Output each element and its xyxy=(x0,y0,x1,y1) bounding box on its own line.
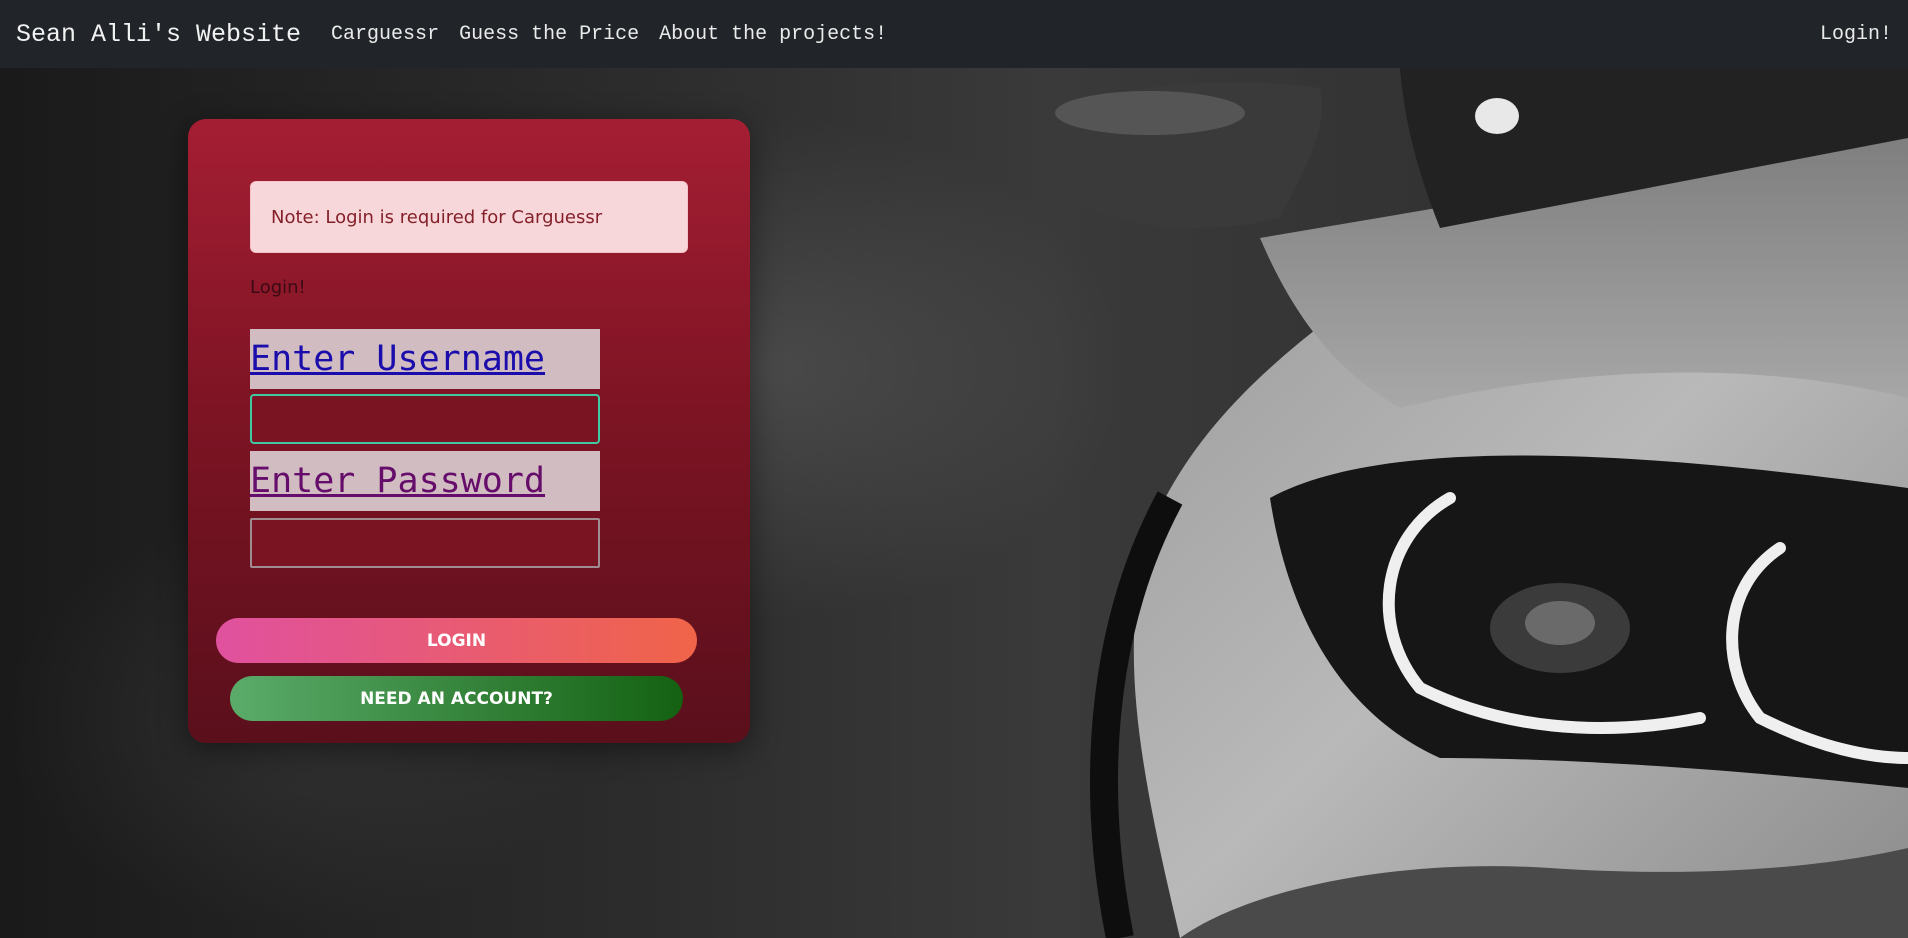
top-navbar: Sean Alli's Website Carguessr Guess the … xyxy=(0,0,1908,68)
login-required-alert: Note: Login is required for Carguessr xyxy=(250,181,688,253)
login-heading: Login! xyxy=(250,277,306,298)
username-label[interactable]: Enter Username xyxy=(250,329,600,389)
password-input[interactable] xyxy=(250,518,600,568)
username-input[interactable] xyxy=(250,394,600,444)
nav-link-carguessr[interactable]: Carguessr xyxy=(331,23,439,46)
nav-link-guess-the-price[interactable]: Guess the Price xyxy=(459,23,639,46)
login-card: Note: Login is required for Carguessr Lo… xyxy=(188,119,750,743)
nav-link-about-projects[interactable]: About the projects! xyxy=(659,23,887,46)
nav-login-link[interactable]: Login! xyxy=(1820,23,1892,46)
password-label[interactable]: Enter Password xyxy=(250,451,600,511)
alert-text: Note: Login is required for Carguessr xyxy=(271,206,603,228)
login-button[interactable]: LOGIN xyxy=(216,618,697,663)
need-account-button[interactable]: NEED AN ACCOUNT? xyxy=(230,676,683,721)
nav-links: Carguessr Guess the Price About the proj… xyxy=(331,23,887,46)
site-brand-link[interactable]: Sean Alli's Website xyxy=(16,20,301,49)
